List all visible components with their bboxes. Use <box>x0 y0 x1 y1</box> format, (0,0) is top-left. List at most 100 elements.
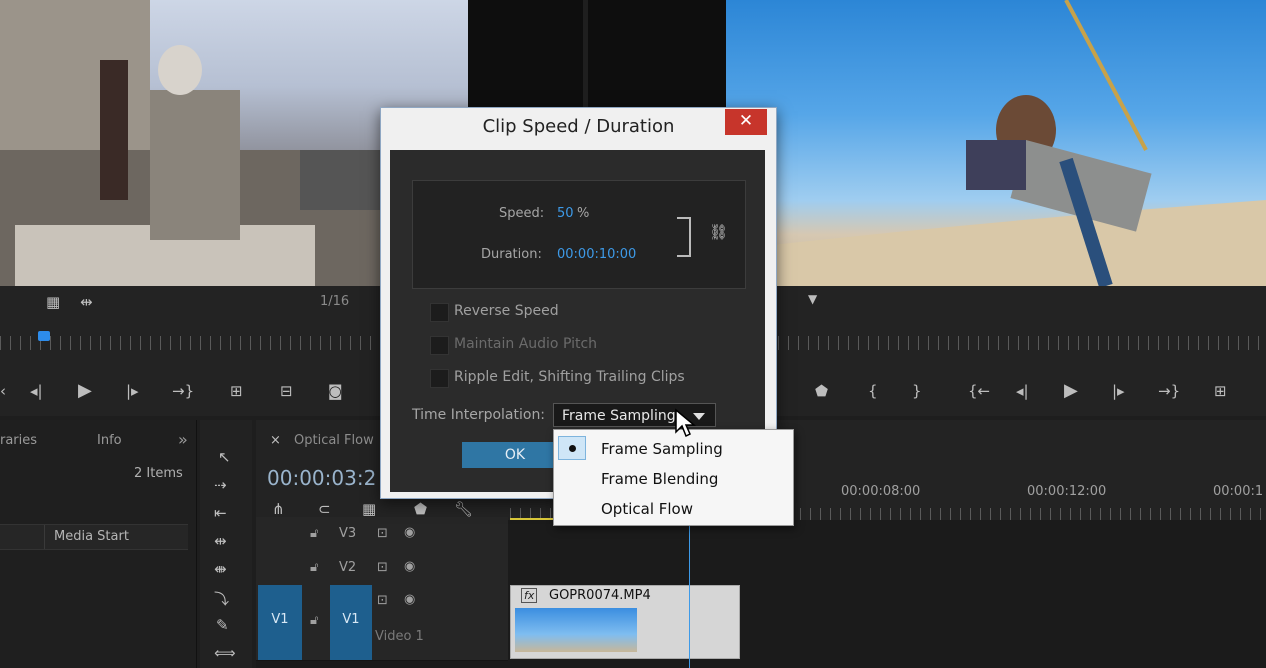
step-forward-icon[interactable]: |▸ <box>126 382 139 400</box>
checkbox[interactable] <box>430 369 449 388</box>
option-label: Frame Sampling <box>601 440 723 458</box>
tab-libraries[interactable]: raries <box>0 433 37 448</box>
tab-info[interactable]: Info <box>97 433 122 448</box>
program-go-to-out-icon[interactable]: →} <box>1158 382 1180 400</box>
sequence-tab[interactable]: Optical Flow <box>294 433 374 448</box>
track-select-tool-icon[interactable]: ⇢ <box>214 476 227 494</box>
ripple-edit-tool-icon[interactable]: ⇤ <box>214 504 227 522</box>
timeline-timecode[interactable]: 00:00:03:2 <box>267 466 376 490</box>
item-count: 2 Items <box>134 466 183 481</box>
add-marker-icon[interactable]: ▦ <box>362 500 376 518</box>
razor-tool-icon[interactable]: ⤵ <box>214 588 229 609</box>
panel-overflow-icon[interactable]: » <box>178 430 188 449</box>
program-video-frame <box>726 0 1266 286</box>
eye-icon[interactable]: ◉ <box>404 559 415 574</box>
mark-in-icon[interactable]: { <box>868 382 878 400</box>
track-name-video-1: Video 1 <box>375 629 424 644</box>
lock-icon[interactable]: 🔓︎ <box>310 526 318 541</box>
speed-label: Speed: <box>499 206 545 221</box>
fx-badge: fx <box>521 588 538 603</box>
rolling-edit-tool-icon[interactable]: ⇹ <box>214 532 227 550</box>
column-media-start[interactable]: Media Start <box>54 529 129 544</box>
source-playhead[interactable] <box>38 331 50 341</box>
program-play-icon[interactable]: ▶ <box>1064 380 1078 401</box>
program-time-ruler[interactable] <box>778 336 1266 350</box>
ruler-label-8s: 00:00:08:00 <box>841 484 921 499</box>
go-to-in-icon[interactable]: {← <box>968 382 990 400</box>
option-frame-blending[interactable]: Frame Blending <box>554 463 793 493</box>
step-back-edge-icon[interactable]: ‹ <box>0 382 6 400</box>
project-panel: raries Info » 2 Items Media Start <box>0 420 197 668</box>
option-optical-flow[interactable]: Optical Flow <box>554 493 793 523</box>
lock-icon[interactable]: 🔓︎ <box>310 613 318 628</box>
clip-name: GOPR0074.MP4 <box>549 588 651 603</box>
eye-icon[interactable]: ◉ <box>404 525 415 540</box>
column-divider <box>44 525 45 549</box>
close-button[interactable]: ✕ <box>725 109 767 135</box>
track-label-v3[interactable]: V3 <box>339 526 356 541</box>
source-patch-v1[interactable]: V1 <box>258 585 302 660</box>
film-icon[interactable]: ▦ <box>46 293 60 311</box>
snap-icon[interactable]: ⋔ <box>272 500 285 518</box>
sync-lock-icon[interactable]: ⊡ <box>377 526 388 541</box>
checkbox[interactable] <box>430 303 449 322</box>
dialog-title: Clip Speed / Duration <box>482 116 675 137</box>
slip-tool-icon[interactable]: ⟺ <box>214 644 236 662</box>
duration-label: Duration: <box>481 247 542 262</box>
clip-thumbnail <box>515 608 637 652</box>
program-step-forward-icon[interactable]: |▸ <box>1112 382 1125 400</box>
checkbox[interactable] <box>430 336 449 355</box>
track-label-v1[interactable]: V1 <box>330 585 372 660</box>
eye-icon[interactable]: ◉ <box>404 592 415 607</box>
page-count: 1/16 <box>320 294 350 309</box>
sync-lock-icon[interactable]: ⊡ <box>377 593 388 608</box>
select-value: Frame Sampling <box>562 408 676 424</box>
ruler-label-16s: 00:00:1 <box>1213 484 1264 499</box>
overwrite-icon[interactable]: ⊟ <box>280 382 293 400</box>
lock-icon[interactable]: 🔓︎ <box>310 560 318 575</box>
duration-value[interactable]: 00:00:10:00 <box>557 247 636 262</box>
selection-tool-icon[interactable]: ↖ <box>218 448 231 466</box>
track-header-v3: 🔓︎ V3 ⊡ ◉ <box>256 517 508 552</box>
time-interpolation-label: Time Interpolation: <box>412 407 546 423</box>
ruler-label-12s: 00:00:12:00 <box>1027 484 1107 499</box>
wrench-icon[interactable]: 🔧︎ <box>454 500 473 518</box>
program-step-back-icon[interactable]: ◂| <box>1016 382 1029 400</box>
program-monitor-video <box>726 0 1266 286</box>
checkbox-label: Reverse Speed <box>454 303 559 319</box>
track-header-v2: 🔓︎ V2 ⊡ ◉ <box>256 551 508 586</box>
mark-out-icon[interactable]: } <box>912 382 922 400</box>
selected-bullet-icon <box>558 436 586 460</box>
rate-stretch-tool-icon[interactable]: ⇼ <box>214 560 227 578</box>
trim-icon[interactable]: ⇹ <box>80 293 93 311</box>
chain-link-icon[interactable]: ⛓︎ <box>709 223 728 241</box>
play-icon[interactable]: ▶ <box>78 380 92 401</box>
checkbox-label: Ripple Edit, Shifting Trailing Clips <box>454 369 685 385</box>
option-label: Frame Blending <box>601 470 719 488</box>
linked-selection-icon[interactable]: ⊂ <box>318 500 331 518</box>
marker-icon[interactable]: ⬟ <box>815 382 828 400</box>
zoom-dropdown-icon[interactable]: ▼ <box>808 292 817 306</box>
sync-lock-icon[interactable]: ⊡ <box>377 560 388 575</box>
project-column-header: Media Start <box>0 524 188 550</box>
insert-icon[interactable]: ⊞ <box>230 382 243 400</box>
mouse-cursor-icon <box>675 408 696 438</box>
timeline-clip[interactable]: fx GOPR0074.MP4 <box>510 585 740 659</box>
speed-value[interactable]: 50 <box>557 206 574 221</box>
sequence-tab-close-icon[interactable]: × <box>270 433 281 448</box>
go-to-out-icon[interactable]: →} <box>172 382 194 400</box>
time-interpolation-dropdown: Frame Sampling Frame Blending Optical Fl… <box>553 429 794 526</box>
track-label-v2[interactable]: V2 <box>339 560 356 575</box>
camera-icon[interactable]: ◙ <box>328 382 343 400</box>
checkbox-label: Maintain Audio Pitch <box>454 336 598 352</box>
link-bracket <box>677 217 691 257</box>
step-back-icon[interactable]: ◂| <box>30 382 43 400</box>
option-label: Optical Flow <box>601 500 693 518</box>
track-header-v1: V1 🔓︎ V1 ⊡ ◉ Video 1 <box>256 585 508 661</box>
lift-icon[interactable]: ⊞ <box>1214 382 1227 400</box>
timeline-marker-icon[interactable]: ⬟ <box>414 500 427 518</box>
source-time-ruler[interactable] <box>0 336 378 350</box>
speed-unit: % <box>577 206 590 221</box>
speed-duration-group: Speed: 50 % Duration: 00:00:10:00 ⛓︎ <box>412 180 746 289</box>
pen-tool-icon[interactable]: ✎ <box>216 616 229 634</box>
